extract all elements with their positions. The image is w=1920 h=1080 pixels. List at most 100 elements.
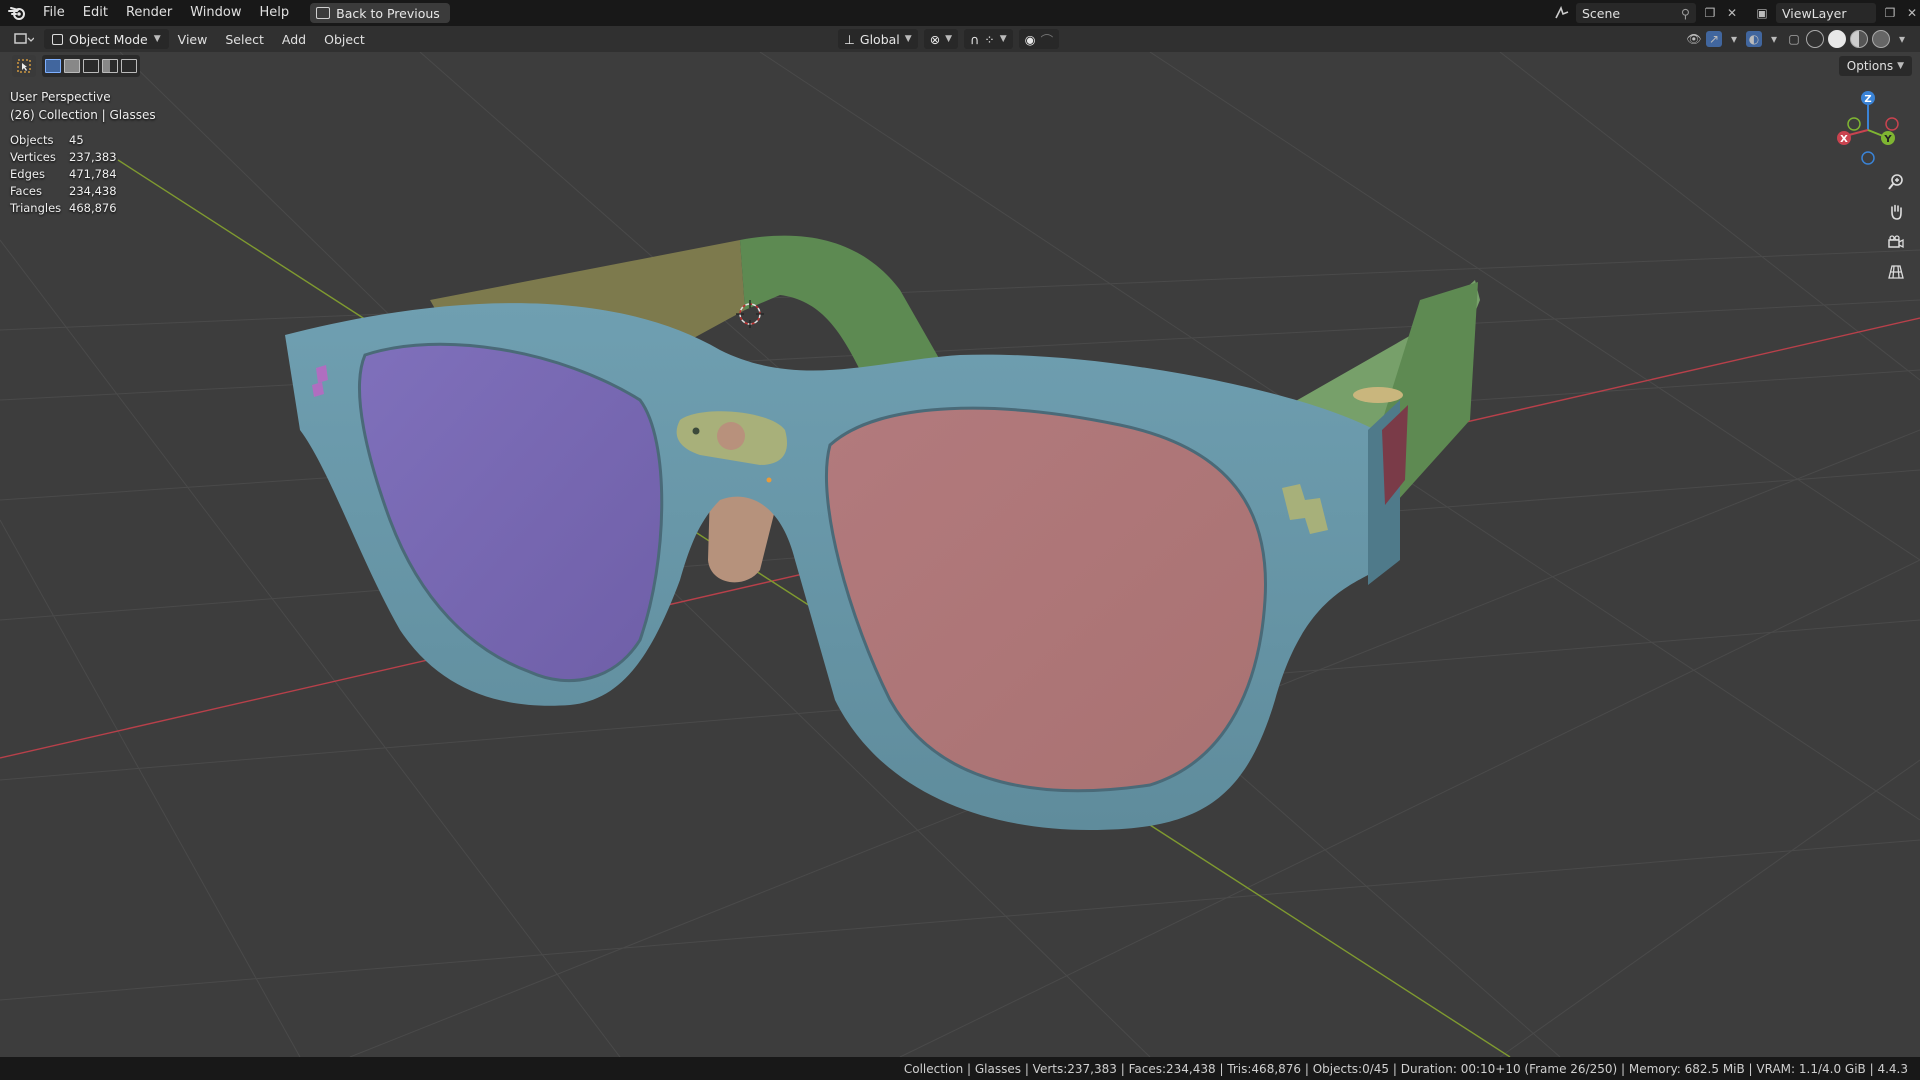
stat-label: Edges	[10, 167, 45, 181]
tool-settings-row	[12, 55, 140, 77]
menu-help[interactable]: Help	[251, 0, 299, 26]
proportional-edit-toggle[interactable]: ◉ ⌒	[1018, 29, 1060, 49]
camera-view-icon[interactable]	[1882, 230, 1910, 254]
back-to-previous-button[interactable]: Back to Previous	[310, 3, 450, 23]
status-bar-text: Collection | Glasses | Verts:237,383 | F…	[903, 1061, 1908, 1076]
bridge-sensor	[692, 427, 700, 435]
chevron-down-icon[interactable]: ▾	[1894, 31, 1910, 47]
solid-shading-icon[interactable]	[1828, 30, 1846, 48]
top-right-controls: Scene ⚲ ❐ ✕ ▣ ViewLayer ❐ ✕	[1554, 0, 1920, 26]
screen-icon	[316, 7, 331, 19]
gizmo-z-label: Z	[1864, 94, 1871, 105]
gizmo-x-label: X	[1840, 134, 1848, 145]
chevron-down-icon: ▼	[904, 34, 912, 44]
left-temple-hinge	[740, 235, 940, 370]
material-shading-icon[interactable]	[1850, 30, 1868, 48]
xray-toggle-icon[interactable]: ▢	[1786, 31, 1802, 47]
delete-scene-icon[interactable]: ✕	[1724, 5, 1740, 21]
select-box-tool-icon[interactable]	[12, 55, 36, 77]
pivot-point-select[interactable]: ⊗ ▼	[923, 29, 959, 49]
menu-edit[interactable]: Edit	[74, 0, 117, 26]
view-layer-icon[interactable]: ▣	[1754, 5, 1770, 21]
gizmo-y-label: Y	[1883, 134, 1892, 145]
chevron-down-icon[interactable]: ▾	[1726, 31, 1742, 47]
3d-viewport[interactable]: Z X Y	[0, 52, 1920, 1057]
bridge-camera	[717, 422, 745, 450]
stat-value: 471,784	[69, 167, 117, 181]
menu-select[interactable]: Select	[216, 32, 273, 47]
stat-label: Faces	[10, 184, 42, 198]
navigation-gizmo[interactable]: Z X Y	[1830, 88, 1910, 168]
pivot-icon: ⊗	[929, 31, 941, 47]
transform-tools: ⊥ Global ▼ ⊗ ▼ ∩ ⁘ ▼ ◉ ⌒	[838, 28, 1060, 50]
chevron-down-icon: ▼	[153, 34, 161, 44]
editor-type-icon[interactable]	[10, 28, 38, 50]
stat-row-triangles: Triangles 468,876	[10, 200, 117, 217]
stat-row-edges: Edges 471,784	[10, 166, 117, 183]
viewport-header: Object Mode ▼ View Select Add Object ⊥ G…	[0, 26, 1920, 52]
status-bar: Collection | Glasses | Verts:237,383 | F…	[0, 1057, 1920, 1080]
menu-file[interactable]: File	[34, 0, 74, 26]
scene-name-field[interactable]: Scene ⚲	[1576, 3, 1696, 23]
chevron-down-icon: ▼	[999, 34, 1007, 44]
stat-row-faces: Faces 234,438	[10, 183, 117, 200]
rendered-shading-icon[interactable]	[1872, 30, 1890, 48]
select-intersect-icon[interactable]	[121, 59, 137, 73]
scene-canvas	[0, 52, 1920, 1057]
gizmo-neg-y-handle[interactable]	[1847, 117, 1861, 131]
select-new-icon[interactable]	[45, 59, 61, 73]
visibility-icon[interactable]: 👁	[1686, 31, 1702, 47]
mode-select[interactable]: Object Mode ▼	[44, 29, 169, 49]
proportional-edit-icon: ◉	[1024, 31, 1036, 47]
menu-add[interactable]: Add	[273, 32, 315, 47]
stat-value: 45	[69, 133, 84, 147]
hinge-screw	[1353, 387, 1403, 403]
select-invert-icon[interactable]	[102, 59, 118, 73]
stat-label: Triangles	[10, 201, 62, 215]
overlays-toggle-icon[interactable]: ◐	[1746, 31, 1762, 47]
options-dropdown[interactable]: Options ▼	[1838, 56, 1912, 76]
gizmo-neg-x-handle[interactable]	[1885, 117, 1899, 131]
stat-value: 234,438	[69, 184, 117, 198]
menu-window[interactable]: Window	[181, 0, 250, 26]
new-scene-icon[interactable]: ❐	[1702, 5, 1718, 21]
menu-object[interactable]: Object	[315, 32, 374, 47]
snap-toggle[interactable]: ∩ ⁘ ▼	[964, 29, 1013, 49]
select-subtract-icon[interactable]	[83, 59, 99, 73]
gizmo-neg-z-handle[interactable]	[1861, 151, 1875, 165]
scene-name: Scene	[1582, 5, 1621, 21]
options-label: Options	[1846, 59, 1894, 73]
pan-hand-icon[interactable]	[1882, 200, 1910, 224]
stat-label: Vertices	[10, 150, 56, 164]
view-layer-field[interactable]: ViewLayer	[1776, 3, 1876, 23]
object-mode-icon	[52, 33, 63, 45]
stat-row-objects: Objects 45	[10, 132, 117, 149]
scene-selector-icon[interactable]	[1554, 5, 1570, 21]
viewport-display-tools: 👁 ↗ ▾ ◐ ▾ ▢ ▾	[1686, 28, 1910, 50]
wireframe-shading-icon[interactable]	[1806, 30, 1824, 48]
stat-value: 237,383	[69, 150, 117, 164]
blender-logo-icon[interactable]	[0, 0, 34, 26]
stat-value: 468,876	[69, 201, 117, 215]
chevron-down-icon: ▼	[1897, 61, 1904, 71]
stat-row-vertices: Vertices 237,383	[10, 149, 117, 166]
orientation-select[interactable]: ⊥ Global ▼	[838, 29, 918, 49]
menu-view[interactable]: View	[169, 32, 217, 47]
chevron-down-icon[interactable]: ▾	[1766, 31, 1782, 47]
delete-view-layer-icon[interactable]: ✕	[1904, 5, 1920, 21]
falloff-icon: ⌒	[1040, 32, 1054, 48]
mode-label: Object Mode	[69, 31, 148, 47]
stat-label: Objects	[10, 133, 54, 147]
menu-render[interactable]: Render	[117, 0, 181, 26]
perspective-label: User Perspective	[10, 90, 111, 104]
gizmo-toggle-icon[interactable]: ↗	[1706, 31, 1722, 47]
orientation-icon: ⊥	[844, 31, 855, 47]
perspective-toggle-icon[interactable]	[1882, 260, 1910, 284]
object-origin	[766, 477, 772, 483]
new-view-layer-icon[interactable]: ❐	[1882, 5, 1898, 21]
selection-mode-group	[42, 55, 140, 77]
zoom-icon[interactable]	[1882, 170, 1910, 194]
collection-label: (26) Collection | Glasses	[10, 108, 156, 122]
select-extend-icon[interactable]	[64, 59, 80, 73]
pin-icon[interactable]: ⚲	[1681, 6, 1690, 21]
